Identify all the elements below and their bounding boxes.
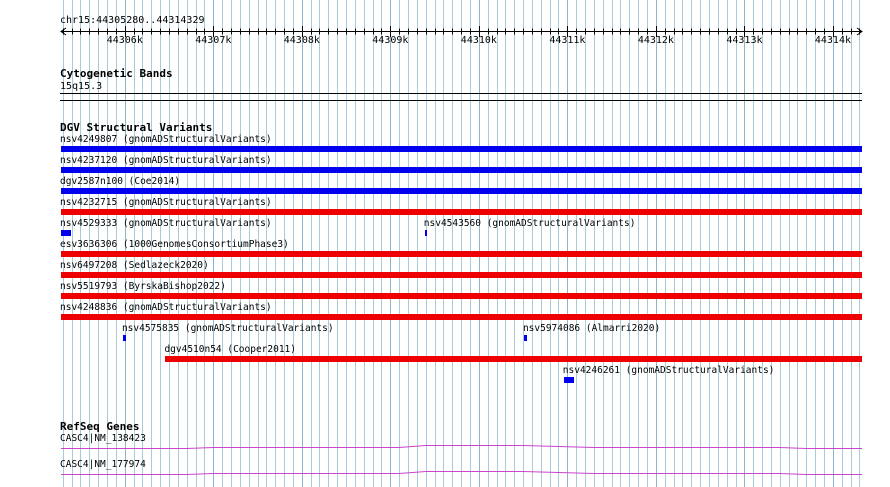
dgv-gain-bar[interactable]: [61, 230, 71, 236]
dgv-feature-label[interactable]: nsv5974086 (Almarri2020): [523, 323, 660, 334]
ruler-tick-label: 44312k: [637, 35, 674, 46]
refseq-track-title: RefSeq Genes: [60, 420, 140, 433]
dgv-gain-bar[interactable]: [61, 167, 862, 173]
dgv-feature-label[interactable]: nsv4232715 (gnomADStructuralVariants): [60, 197, 272, 208]
gene-label[interactable]: CASC4|NM_177974: [60, 459, 146, 470]
cytoband-label: 15q15.3: [60, 81, 103, 92]
dgv-gain-bar[interactable]: [122, 335, 126, 341]
ruler-tick-label: 44308k: [283, 35, 320, 46]
dgv-feature-label[interactable]: nsv4575835 (gnomADStructuralVariants): [122, 323, 334, 334]
ruler-tick-label: 44311k: [549, 35, 586, 46]
ruler-tick-label: 44306k: [106, 35, 143, 46]
dgv-loss-bar[interactable]: [61, 251, 862, 257]
cytoband-track-title: Cytogenetic Bands: [60, 67, 173, 80]
dgv-gain-bar[interactable]: [61, 146, 862, 152]
ruler-tick-label: 44313k: [726, 35, 763, 46]
dgv-gain-bar[interactable]: [563, 377, 575, 383]
dgv-feature-label[interactable]: nsv5519793 (ByrskaBishop2022): [60, 281, 226, 292]
dgv-loss-bar[interactable]: [61, 293, 862, 299]
dgv-track-title: DGV Structural Variants: [60, 121, 213, 134]
dgv-loss-bar[interactable]: [61, 272, 862, 278]
dgv-gain-bar[interactable]: [61, 188, 862, 194]
dgv-feature-label[interactable]: nsv4529333 (gnomADStructuralVariants): [60, 218, 272, 229]
dgv-loss-bar[interactable]: [61, 209, 862, 215]
dgv-feature-label[interactable]: nsv4246261 (gnomADStructuralVariants): [563, 365, 775, 376]
dgv-loss-bar[interactable]: [165, 356, 862, 362]
dgv-feature-label[interactable]: nsv4543560 (gnomADStructuralVariants): [424, 218, 636, 229]
ruler-tick-label: 44314k: [814, 35, 851, 46]
ruler-tick-label: 44309k: [372, 35, 409, 46]
gene-label[interactable]: CASC4|NM_138423: [60, 433, 146, 444]
dgv-feature-label[interactable]: nsv6497208 (Sedlazeck2020): [60, 260, 209, 271]
ruler-tick-label: 44310k: [460, 35, 497, 46]
dgv-feature-label[interactable]: dgv2587n100 (Coe2014): [60, 176, 180, 187]
dgv-loss-bar[interactable]: [61, 314, 862, 320]
dgv-feature-label[interactable]: esv3636306 (1000GenomesConsortiumPhase3): [60, 239, 289, 250]
dgv-gain-bar[interactable]: [523, 335, 527, 341]
dgv-feature-label[interactable]: nsv4249807 (gnomADStructuralVariants): [60, 134, 272, 145]
dgv-feature-label[interactable]: nsv4237120 (gnomADStructuralVariants): [60, 155, 272, 166]
ruler-tick-label: 44307k: [195, 35, 232, 46]
region-label: chr15:44305280..44314329: [60, 15, 205, 26]
dgv-feature-label[interactable]: dgv4510n54 (Cooper2011): [164, 344, 296, 355]
dgv-gain-bar[interactable]: [424, 230, 428, 236]
dgv-feature-label[interactable]: nsv4248836 (gnomADStructuralVariants): [60, 302, 272, 313]
